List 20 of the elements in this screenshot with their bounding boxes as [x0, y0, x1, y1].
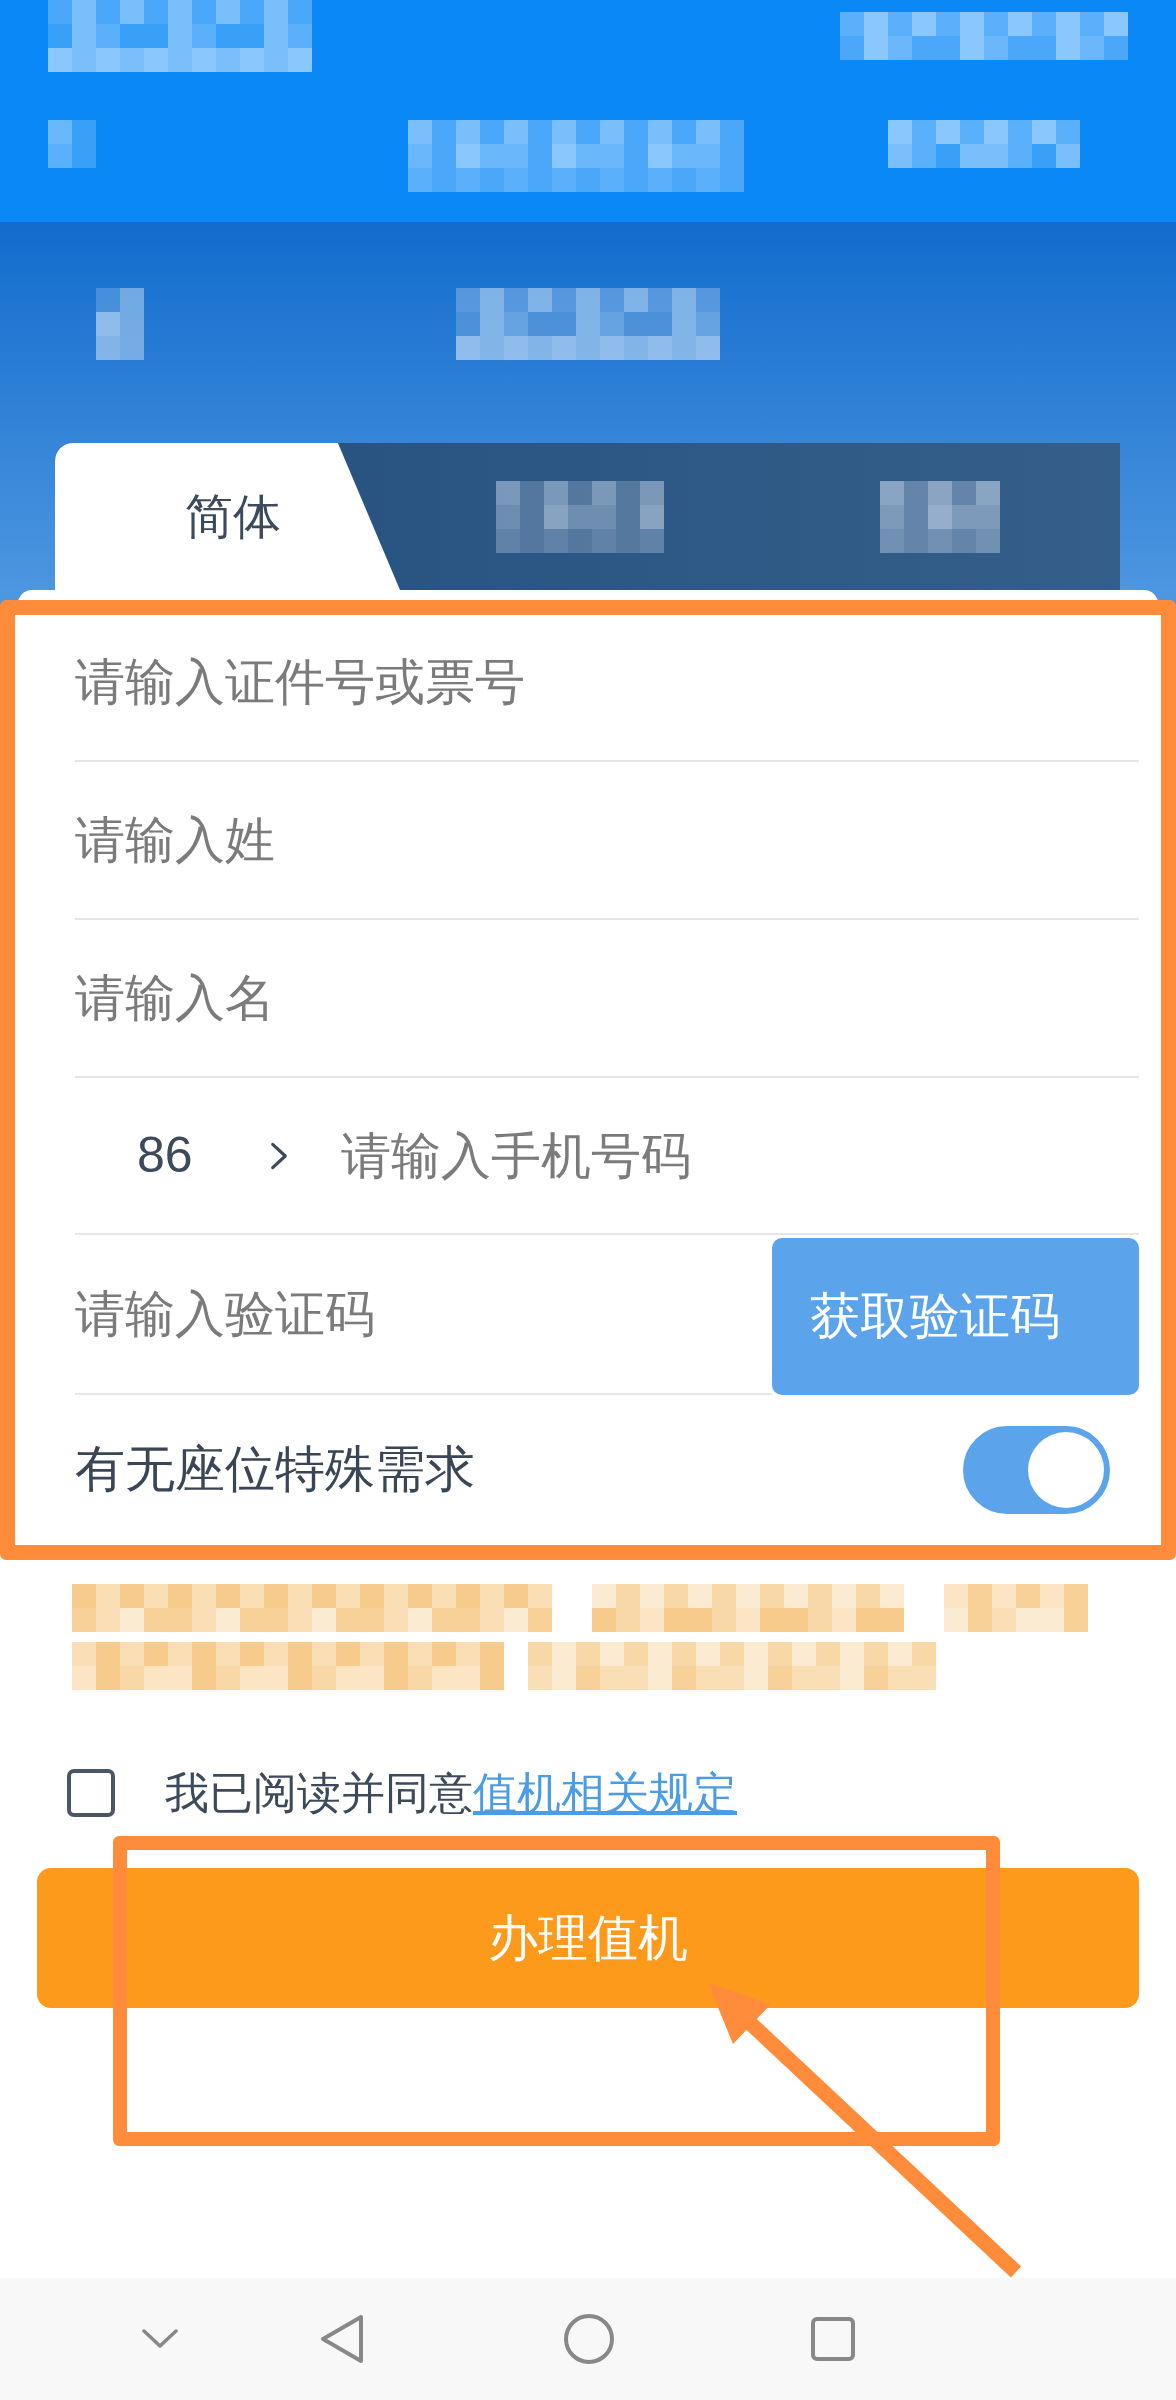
- checkbox[interactable]: [67, 1769, 115, 1817]
- input-field[interactable]: 请输入验证码: [75, 1235, 772, 1395]
- input-field[interactable]: 请输入手机号码: [340, 1105, 1139, 1206]
- chevron-right-icon: [269, 1140, 288, 1171]
- get-code-button[interactable]: 获取验证码: [772, 1238, 1139, 1395]
- chevron-down-icon[interactable]: [142, 2329, 178, 2349]
- pixelated-text-drawing: [96, 288, 144, 360]
- country-code-selector[interactable]: 86: [75, 1115, 298, 1196]
- check-in-button[interactable]: 办理值机: [37, 1868, 1139, 2008]
- home-icon[interactable]: [563, 2313, 615, 2365]
- agreement-text: 我已阅读并同意值机相关规定: [165, 1767, 737, 1819]
- input-field[interactable]: 请输入证件号或票号: [75, 604, 1139, 762]
- input-field[interactable]: 请输入名: [75, 920, 1139, 1078]
- pixelated-text-drawing: [48, 120, 96, 168]
- recent-apps-icon[interactable]: [811, 2317, 855, 2361]
- back-icon[interactable]: [319, 2314, 365, 2364]
- field-label: 有无座位特殊需求: [75, 1440, 475, 1499]
- input-field[interactable]: 请输入姓: [75, 762, 1139, 920]
- rules-link[interactable]: 值机相关规定: [473, 1768, 737, 1817]
- tab[interactable]: 简体: [55, 443, 400, 590]
